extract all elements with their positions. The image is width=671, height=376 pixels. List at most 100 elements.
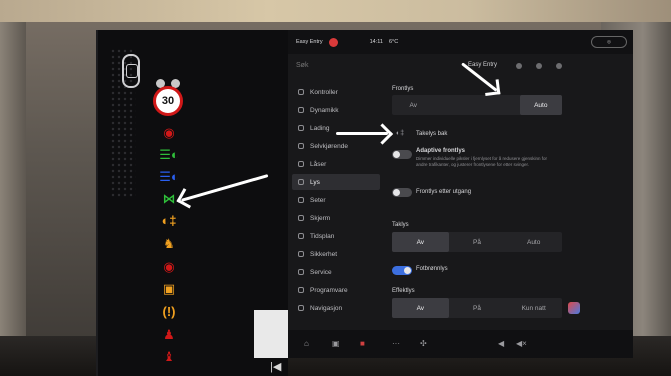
sidebar-item-label: Låser xyxy=(310,160,327,168)
passenger-airbag-badge: ◎ xyxy=(591,36,627,48)
brake-warning-icon: ◉ xyxy=(163,125,175,140)
lightning-icon xyxy=(298,125,304,131)
adaptive-frontlys-description: Dimmer individuelle piksler i fjernlyset… xyxy=(416,156,548,168)
airbag-icon: ♟ xyxy=(163,327,175,342)
steering-wheel-icon xyxy=(298,143,304,149)
frontlys-option-3[interactable] xyxy=(477,95,520,115)
sidebar-item-label: Sikkerhet xyxy=(310,250,338,258)
arrow-to-taklys-bak xyxy=(336,132,388,135)
speed-limit-sign: 30 xyxy=(153,86,183,116)
car-menu-icon[interactable]: ⌂ xyxy=(304,339,309,348)
frontlys-etter-utgang-toggle[interactable] xyxy=(392,188,412,197)
taklys-bak-label: Takelys bak xyxy=(416,131,448,137)
info-icon xyxy=(298,251,304,257)
profile-status[interactable]: Easy Entry xyxy=(296,39,323,45)
record-icon xyxy=(328,37,338,47)
sidebar-item-label: Service xyxy=(310,268,332,276)
adaptive-frontlys-toggle[interactable] xyxy=(392,150,412,159)
dashboard-top xyxy=(0,0,671,22)
frontlys-label: Frontlys xyxy=(392,86,414,92)
clock: 14:11 xyxy=(369,39,383,45)
car-outline-icon xyxy=(122,54,140,88)
frontlys-etter-utgang-label: Frontlys etter utgang xyxy=(416,189,472,195)
toggle-icon xyxy=(298,89,304,95)
car-icon xyxy=(298,107,304,113)
more-icon[interactable]: ··· xyxy=(392,339,400,348)
profile-title[interactable]: Easy Entry xyxy=(468,62,497,68)
sidebar-item-label: Lading xyxy=(310,124,330,132)
adaptive-frontlys-title: Adaptive frontlys xyxy=(416,148,466,154)
sidebar-item-lys[interactable]: Lys xyxy=(292,174,380,190)
taklys-bak-icon[interactable]: ◐‡ xyxy=(396,130,404,137)
sidebar-item-label: Navigasjon xyxy=(310,304,343,312)
low-beam-icon: ☰◐ xyxy=(159,147,179,162)
sidebar-item-tidsplan[interactable]: Tidsplan xyxy=(292,228,380,244)
mute-icon[interactable]: ◀× xyxy=(516,339,527,348)
high-beam-icon: ☰◐ xyxy=(159,169,179,184)
seatbelt-warning-icon: ♞ xyxy=(163,236,175,251)
frontlys-option-2[interactable] xyxy=(435,95,478,115)
speed-limit-value: 30 xyxy=(161,95,175,107)
sidebar-item-label: Skjerm xyxy=(310,214,331,222)
taklys-option-auto[interactable]: Auto xyxy=(505,232,562,252)
temperature: 6°C xyxy=(388,39,399,45)
lights-settings: Frontlys Av Auto ◐‡ Takelys bak Adaptive… xyxy=(386,80,633,330)
sidebar-item-label: Selvkjørende xyxy=(310,142,348,150)
light-bulb-icon xyxy=(298,179,304,185)
settings-topbar: Søk Easy Entry xyxy=(288,54,633,80)
frontlys-segmented: Av Auto xyxy=(392,95,562,115)
effektlys-segmented: Av På Kun natt xyxy=(392,298,562,318)
sidebar-item-programvare[interactable]: Programvare xyxy=(292,282,380,298)
bell-icon[interactable] xyxy=(536,63,542,69)
bluetooth-icon[interactable] xyxy=(556,63,562,69)
frontlys-option-auto[interactable]: Auto xyxy=(519,95,562,115)
sidebar-item-laser[interactable]: Låser xyxy=(292,156,380,172)
traction-control-icon: ▣ xyxy=(162,281,176,296)
settings-sidebar: Kontroller Dynamikk Lading Selvkjørende … xyxy=(288,80,383,330)
lock-icon xyxy=(298,161,304,167)
sidebar-item-label: Seter xyxy=(310,196,326,204)
fan-icon[interactable]: ✣ xyxy=(420,339,427,348)
clock-icon xyxy=(298,233,304,239)
app-launcher-icon[interactable] xyxy=(568,302,580,314)
skip-icon[interactable]: |◀ xyxy=(270,360,281,373)
sidebar-item-label: Kontroller xyxy=(310,88,338,96)
navigation-icon xyxy=(298,305,304,311)
taklys-option-av[interactable]: Av xyxy=(392,232,449,252)
wrench-icon xyxy=(298,269,304,275)
effektlys-option-av[interactable]: Av xyxy=(392,298,449,318)
frontlys-option-av[interactable]: Av xyxy=(392,95,435,115)
sidebar-item-service[interactable]: Service xyxy=(292,264,380,280)
sidebar-item-selvkjorende[interactable]: Selvkjørende xyxy=(292,138,380,154)
brake-system-icon: ◉ xyxy=(163,259,175,274)
taklys-segmented: Av På Auto xyxy=(392,232,562,252)
download-icon[interactable] xyxy=(516,63,522,69)
seat-icon xyxy=(298,197,304,203)
effektlys-option-pa[interactable]: På xyxy=(449,298,506,318)
sidebar-item-label: Dynamikk xyxy=(310,106,339,114)
seat-occupancy-icon: ♝ xyxy=(163,349,175,364)
search-input[interactable]: Søk xyxy=(296,62,308,69)
effektlys-option-kun-natt[interactable]: Kun natt xyxy=(505,298,562,318)
sidebar-item-kontroller[interactable]: Kontroller xyxy=(292,84,380,100)
fog-light-icon: ◐‡ xyxy=(161,213,177,228)
status-bar: Easy Entry 14:11 6°C ◎ xyxy=(288,30,633,54)
sidebar-item-navigasjon[interactable]: Navigasjon xyxy=(292,300,380,316)
red-app-icon[interactable]: ■ xyxy=(360,339,365,348)
sidebar-item-dynamikk[interactable]: Dynamikk xyxy=(292,102,380,118)
sidebar-item-label: Programvare xyxy=(310,286,348,294)
touchscreen: Easy Entry 14:11 6°C ◎ Søk Easy Entry Ko… xyxy=(288,30,633,358)
effektlys-label: Effektlys xyxy=(392,288,415,294)
fotbronnlys-toggle[interactable] xyxy=(392,266,412,275)
seat-heat-icon[interactable]: ▣ xyxy=(332,339,340,348)
volume-down-icon[interactable]: ◀ xyxy=(498,339,504,348)
download-icon xyxy=(298,287,304,293)
tire-pressure-icon: (!) xyxy=(162,304,176,319)
sidebar-item-seter[interactable]: Seter xyxy=(292,192,380,208)
sidebar-item-label: Lys xyxy=(310,178,320,186)
sidebar-item-skjerm[interactable]: Skjerm xyxy=(292,210,380,226)
fotbronnlys-label: Fotbrønnlys xyxy=(416,266,448,272)
sidebar-item-sikkerhet[interactable]: Sikkerhet xyxy=(292,246,380,262)
taklys-option-pa[interactable]: På xyxy=(449,232,506,252)
display-icon xyxy=(298,215,304,221)
